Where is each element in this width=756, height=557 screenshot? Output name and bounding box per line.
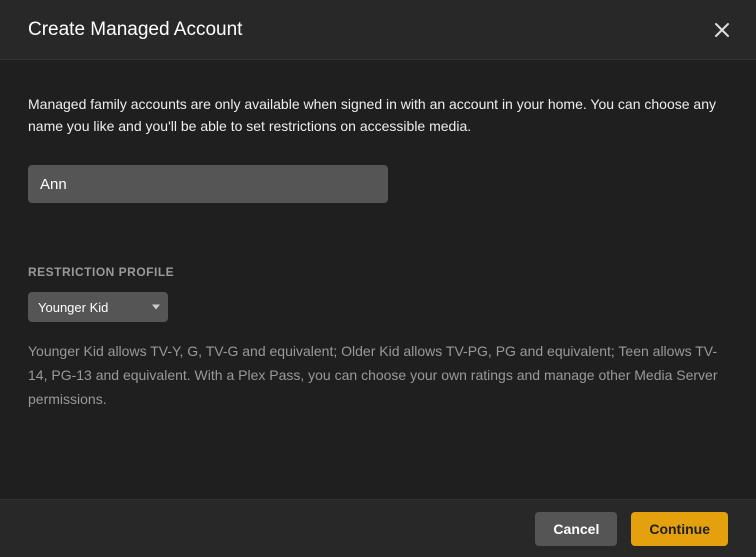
dialog-content: Managed family accounts are only availab… [0,60,756,412]
restriction-profile-description: Younger Kid allows TV-Y, G, TV-G and equ… [28,340,728,411]
restriction-profile-label: RESTRICTION PROFILE [28,265,728,279]
dialog-footer: Cancel Continue [0,499,756,557]
cancel-button[interactable]: Cancel [535,512,617,546]
close-button[interactable] [708,16,736,44]
dialog-header: Create Managed Account [0,0,756,60]
intro-description: Managed family accounts are only availab… [28,94,728,137]
name-input[interactable] [28,165,388,203]
restriction-profile-value: Younger Kid [28,292,168,322]
restriction-profile-select[interactable]: Younger Kid [28,292,168,322]
close-icon [714,22,730,38]
continue-button[interactable]: Continue [631,512,728,546]
dialog-title: Create Managed Account [28,19,242,41]
